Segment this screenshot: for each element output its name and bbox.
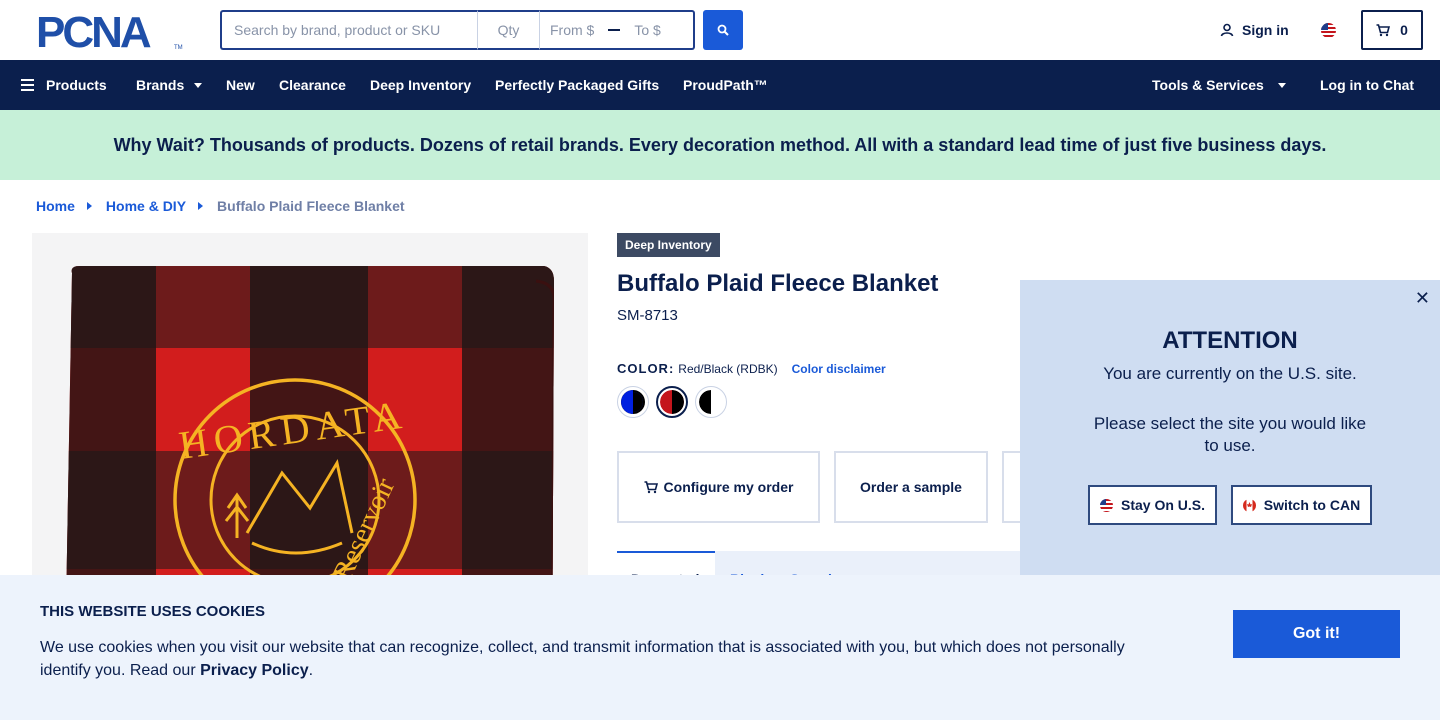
menu-icon bbox=[21, 79, 34, 91]
cookie-accept-button[interactable]: Got it! bbox=[1233, 610, 1400, 658]
order-sample-label: Order a sample bbox=[860, 479, 962, 495]
nav-tools[interactable]: Tools & Services bbox=[1152, 77, 1286, 93]
us-flag-icon[interactable] bbox=[1321, 23, 1336, 38]
promo-text: Why Wait? Thousands of products. Dozens … bbox=[113, 134, 1327, 155]
pcna-logo[interactable]: PCNA TM bbox=[36, 8, 186, 57]
configure-order-button[interactable]: Configure my order bbox=[617, 451, 820, 523]
quantity-input[interactable]: Qty bbox=[478, 10, 540, 50]
svg-text:PCNA: PCNA bbox=[36, 10, 151, 52]
search-button[interactable] bbox=[703, 10, 743, 50]
user-icon bbox=[1220, 23, 1234, 37]
nav-brands[interactable]: Brands bbox=[136, 77, 203, 93]
top-header: PCNA TM Search by brand, product or SKU … bbox=[0, 0, 1440, 60]
privacy-policy-link[interactable]: Privacy Policy bbox=[200, 662, 309, 679]
product-title: Buffalo Plaid Fleece Blanket bbox=[617, 270, 939, 297]
popup-heading: ATTENTION bbox=[1162, 327, 1298, 354]
configure-order-label: Configure my order bbox=[663, 479, 794, 495]
chevron-down-icon bbox=[1277, 82, 1286, 88]
cookie-banner: THIS WEBSITE USES COOKIES We use cookies… bbox=[0, 575, 1440, 720]
nav-products[interactable]: Products bbox=[21, 77, 107, 93]
main-nav: Products Brands New Clearance Deep Inven… bbox=[0, 60, 1440, 110]
color-disclaimer-link[interactable]: Color disclaimer bbox=[792, 362, 886, 376]
svg-text:TM: TM bbox=[174, 45, 183, 51]
search-bar: Search by brand, product or SKU Qty From… bbox=[220, 10, 695, 50]
breadcrumb-category[interactable]: Home & DIY bbox=[106, 198, 186, 214]
color-value: Red/Black (RDBK) bbox=[678, 361, 778, 376]
swatch-red-black[interactable] bbox=[656, 386, 688, 418]
popup-message-2: Please select the site you would like to… bbox=[1093, 414, 1367, 455]
sign-in-label: Sign in bbox=[1242, 22, 1289, 38]
canada-flag-icon bbox=[1242, 498, 1256, 512]
cookie-text: We use cookies when you visit our websit… bbox=[40, 636, 1150, 682]
cart-icon bbox=[644, 480, 658, 493]
nav-brands-label: Brands bbox=[136, 77, 185, 93]
chevron-right-icon bbox=[86, 202, 92, 210]
promo-banner: Why Wait? Thousands of products. Dozens … bbox=[0, 110, 1440, 180]
order-sample-button[interactable]: Order a sample bbox=[834, 451, 988, 523]
price-range: From $ To $ bbox=[540, 10, 695, 50]
breadcrumb: Home Home & DIY Buffalo Plaid Fleece Bla… bbox=[36, 198, 405, 214]
swatch-blue-black[interactable] bbox=[617, 386, 649, 418]
chevron-down-icon bbox=[194, 82, 203, 88]
color-selector-label: COLOR: Red/Black (RDBK) Color disclaimer bbox=[617, 361, 886, 376]
switch-to-can-label: Switch to CAN bbox=[1263, 497, 1361, 513]
popup-message: You are currently on the U.S. site. bbox=[1103, 364, 1357, 383]
nav-new[interactable]: New bbox=[226, 77, 255, 93]
nav-proudpath[interactable]: ProudPath™ bbox=[683, 77, 768, 93]
cookie-title: THIS WEBSITE USES COOKIES bbox=[40, 603, 266, 620]
product-sku: SM-8713 bbox=[617, 307, 678, 324]
cart-count: 0 bbox=[1400, 22, 1408, 38]
nav-chat[interactable]: Log in to Chat bbox=[1320, 77, 1414, 93]
nav-products-label: Products bbox=[46, 77, 107, 93]
nav-gifts[interactable]: Perfectly Packaged Gifts bbox=[495, 77, 659, 93]
range-dash bbox=[608, 29, 621, 31]
nav-deep-inventory[interactable]: Deep Inventory bbox=[370, 77, 471, 93]
close-icon[interactable]: ✕ bbox=[1415, 288, 1430, 309]
cart-button[interactable]: 0 bbox=[1361, 10, 1423, 50]
stay-on-us-button[interactable]: Stay On U.S. bbox=[1088, 485, 1217, 525]
swatch-white-black[interactable] bbox=[695, 386, 727, 418]
color-label: COLOR: bbox=[617, 361, 675, 376]
breadcrumb-home[interactable]: Home bbox=[36, 198, 75, 214]
cart-icon bbox=[1376, 23, 1391, 36]
sign-in-link[interactable]: Sign in bbox=[1220, 22, 1289, 38]
search-input[interactable]: Search by brand, product or SKU bbox=[220, 10, 478, 50]
chevron-right-icon bbox=[198, 202, 204, 210]
stay-on-us-label: Stay On U.S. bbox=[1120, 497, 1206, 513]
nav-clearance[interactable]: Clearance bbox=[279, 77, 346, 93]
breadcrumb-current: Buffalo Plaid Fleece Blanket bbox=[217, 198, 405, 214]
us-flag-icon bbox=[1099, 498, 1113, 512]
deep-inventory-badge: Deep Inventory bbox=[617, 233, 720, 257]
search-icon bbox=[717, 24, 729, 36]
site-selector-popup: ✕ ATTENTION You are currently on the U.S… bbox=[1020, 280, 1440, 580]
cookie-text-end: . bbox=[308, 662, 314, 679]
nav-tools-label: Tools & Services bbox=[1152, 77, 1264, 93]
switch-to-can-button[interactable]: Switch to CAN bbox=[1231, 485, 1372, 525]
price-from-input[interactable]: From $ bbox=[550, 22, 594, 38]
price-to-input[interactable]: To $ bbox=[634, 22, 660, 38]
